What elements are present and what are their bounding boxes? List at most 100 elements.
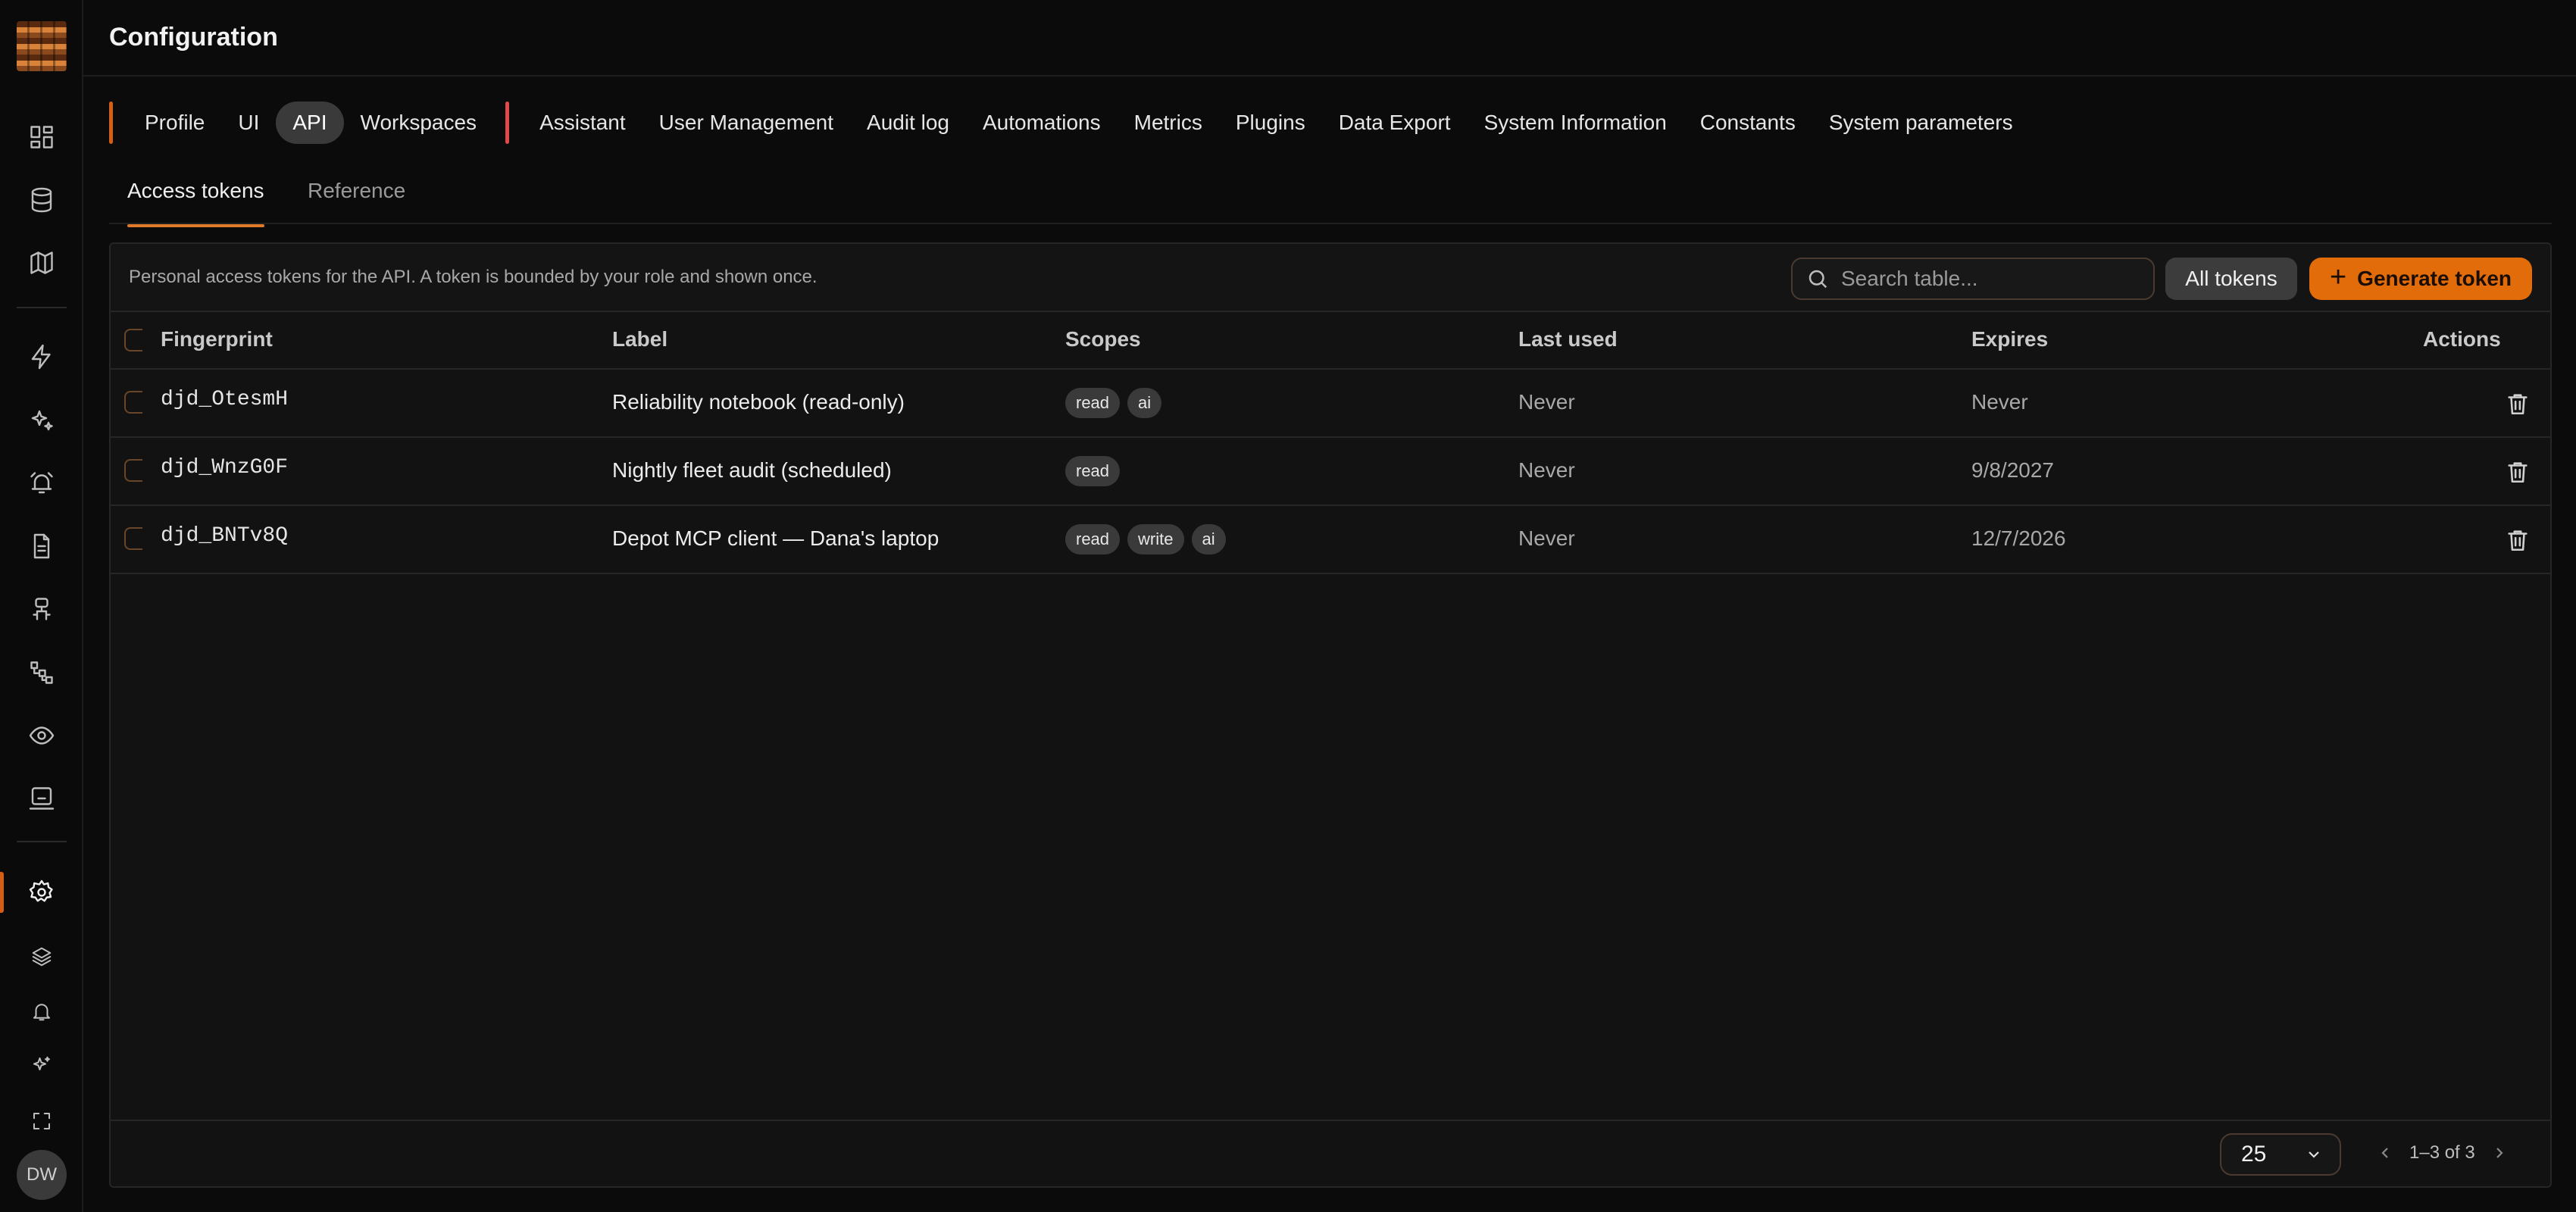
delete-token-button[interactable] xyxy=(2505,527,2531,553)
column-expires[interactable]: Expires xyxy=(1971,327,2048,351)
token-label: Reliability notebook (read-only) xyxy=(612,390,905,414)
alarm-icon[interactable] xyxy=(0,457,83,510)
row-checkbox[interactable] xyxy=(124,459,142,482)
page-title: Configuration xyxy=(109,23,278,52)
generate-token-button[interactable]: + Generate token xyxy=(2309,258,2532,300)
eye-icon[interactable] xyxy=(0,709,83,762)
scope-chip: ai xyxy=(1191,524,1226,554)
layers-icon[interactable] xyxy=(0,930,83,983)
token-fingerprint: djd_OtesmH xyxy=(161,388,289,411)
settings-icon[interactable] xyxy=(0,866,83,919)
pagination-range: 1–3 of 3 xyxy=(2409,1142,2475,1163)
token-scopes: read xyxy=(1065,456,1121,486)
tab-system-parameters[interactable]: System parameters xyxy=(1812,102,2030,144)
token-last-used: Never xyxy=(1518,390,1575,414)
select-all-checkbox[interactable] xyxy=(124,329,142,351)
sparkles-icon[interactable] xyxy=(0,394,83,447)
avatar[interactable]: DW xyxy=(17,1150,67,1200)
column-actions: Actions xyxy=(2423,327,2501,351)
subtab-reference[interactable]: Reference xyxy=(308,179,405,203)
plus-icon: + xyxy=(2329,261,2347,293)
column-last-used[interactable]: Last used xyxy=(1518,327,1618,351)
token-last-used: Never xyxy=(1518,526,1575,550)
page-size-select[interactable]: 25 xyxy=(2220,1133,2341,1176)
tab-plugins[interactable]: Plugins xyxy=(1219,102,1322,144)
page-header: Configuration xyxy=(83,0,2576,77)
token-scopes: read ai xyxy=(1065,388,1162,418)
token-scopes: read write ai xyxy=(1065,524,1226,554)
trash-icon xyxy=(2508,530,2528,551)
chevron-down-icon xyxy=(2309,1151,2319,1158)
subtab-access-tokens[interactable]: Access tokens xyxy=(127,179,264,227)
scope-chip: read xyxy=(1065,456,1121,486)
tab-audit-log[interactable]: Audit log xyxy=(850,102,966,144)
tab-assistant[interactable]: Assistant xyxy=(523,102,642,144)
terminal-icon[interactable] xyxy=(0,772,83,825)
pagination: 1–3 of 3 xyxy=(2376,1142,2509,1164)
tab-api[interactable]: API xyxy=(276,102,344,144)
table-header: Fingerprint Label Scopes Last used Expir… xyxy=(111,312,2550,370)
tab-user-management[interactable]: User Management xyxy=(642,102,850,144)
tab-profile[interactable]: Profile xyxy=(128,102,221,144)
tab-metrics[interactable]: Metrics xyxy=(1118,102,1219,144)
token-expires: 12/7/2026 xyxy=(1971,526,2066,550)
column-fingerprint[interactable]: Fingerprint xyxy=(161,327,273,351)
robot-icon[interactable] xyxy=(0,583,83,636)
table-footer: 25 1–3 of 3 xyxy=(111,1120,2550,1186)
token-expires: Never xyxy=(1971,390,2028,414)
chevron-right-icon[interactable] xyxy=(2490,1144,2509,1162)
tab-automations[interactable]: Automations xyxy=(966,102,1118,144)
scope-chip: write xyxy=(1127,524,1184,554)
row-checkbox[interactable] xyxy=(124,527,142,550)
scope-chip: read xyxy=(1065,524,1121,554)
tab-constants[interactable]: Constants xyxy=(1683,102,1812,144)
api-sub-tabs: Access tokens Reference xyxy=(109,167,2552,227)
token-last-used: Never xyxy=(1518,458,1575,482)
nav-rail: DW xyxy=(0,0,83,1212)
column-label[interactable]: Label xyxy=(612,327,667,351)
database-icon[interactable] xyxy=(0,173,83,226)
fullscreen-icon[interactable] xyxy=(0,1095,83,1148)
rail-divider xyxy=(17,307,67,308)
column-scopes[interactable]: Scopes xyxy=(1065,327,1141,351)
row-checkbox[interactable] xyxy=(124,391,142,414)
bell-icon[interactable] xyxy=(0,985,83,1038)
tab-system-information[interactable]: System Information xyxy=(1468,102,1683,144)
delete-token-button[interactable] xyxy=(2505,391,2531,417)
token-label: Depot MCP client — Dana's laptop xyxy=(612,526,939,550)
token-fingerprint: djd_BNTv8Q xyxy=(161,524,289,548)
tokens-panel: Personal access tokens for the API. A to… xyxy=(109,242,2552,1188)
tab-ui[interactable]: UI xyxy=(221,102,276,144)
token-label: Nightly fleet audit (scheduled) xyxy=(612,458,892,482)
workflow-icon[interactable] xyxy=(0,646,83,699)
token-expires: 9/8/2027 xyxy=(1971,458,2054,482)
scope-chip: ai xyxy=(1127,388,1162,418)
all-tokens-filter-button[interactable]: All tokens xyxy=(2165,258,2297,300)
dashboard-icon[interactable] xyxy=(0,111,83,164)
table-row[interactable]: djd_BNTv8Q Depot MCP client — Dana's lap… xyxy=(111,506,2550,574)
tab-group-marker xyxy=(109,102,113,144)
app-logo[interactable] xyxy=(17,21,67,71)
tab-workspaces[interactable]: Workspaces xyxy=(344,102,494,144)
trash-icon xyxy=(2508,394,2528,415)
map-icon[interactable] xyxy=(0,236,83,289)
document-icon[interactable] xyxy=(0,520,83,573)
chevron-left-icon[interactable] xyxy=(2376,1144,2394,1162)
search-icon xyxy=(1809,270,1827,289)
lightning-icon[interactable] xyxy=(0,330,83,383)
scope-chip: read xyxy=(1065,388,1121,418)
tab-data-export[interactable]: Data Export xyxy=(1322,102,1468,144)
config-tabs: Profile UI API Workspaces Assistant User… xyxy=(109,102,2030,144)
generate-token-label: Generate token xyxy=(2357,267,2512,290)
ai-sparkle-icon[interactable] xyxy=(0,1039,83,1092)
toolbar-description: Personal access tokens for the API. A to… xyxy=(129,267,818,287)
delete-token-button[interactable] xyxy=(2505,459,2531,485)
rail-divider xyxy=(17,841,67,842)
tab-group-marker xyxy=(505,102,510,144)
table-row[interactable]: djd_WnzG0F Nightly fleet audit (schedule… xyxy=(111,438,2550,506)
table-toolbar: Personal access tokens for the API. A to… xyxy=(111,244,2550,312)
search-input[interactable] xyxy=(1841,267,2144,291)
table-row[interactable]: djd_OtesmH Reliability notebook (read-on… xyxy=(111,370,2550,438)
search-box[interactable] xyxy=(1791,258,2155,300)
page-size-value: 25 xyxy=(2241,1142,2267,1167)
